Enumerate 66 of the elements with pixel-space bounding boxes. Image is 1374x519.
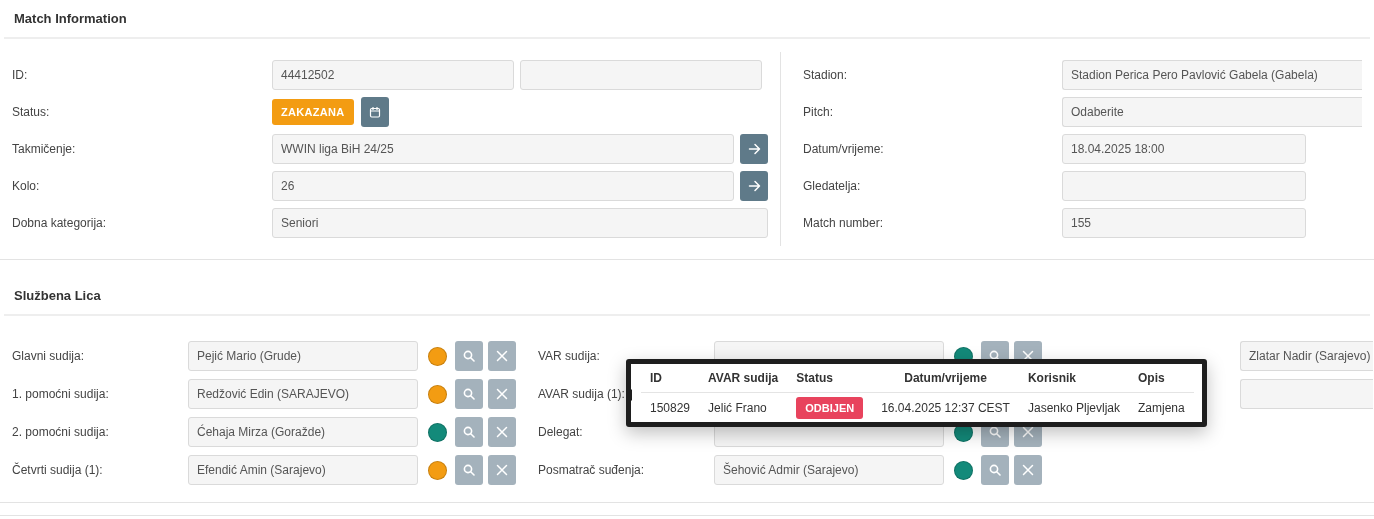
- close-icon: [496, 388, 508, 400]
- input-field[interactable]: [1062, 171, 1306, 201]
- field-label: Stadion:: [802, 68, 849, 82]
- section-title: Match Information: [14, 11, 127, 26]
- input-field[interactable]: [520, 60, 762, 90]
- close-icon: [496, 426, 508, 438]
- table-cell: 150829: [650, 400, 691, 415]
- arrow-right-icon: [747, 143, 761, 155]
- field-label: Glavni sudija:: [12, 349, 85, 363]
- search-icon: [463, 464, 475, 476]
- input-field[interactable]: [1240, 379, 1373, 409]
- close-icon: [496, 350, 508, 362]
- section-title: Službena Lica: [14, 288, 101, 303]
- calendar-icon: [368, 106, 381, 118]
- field-label: Kolo:: [11, 179, 41, 193]
- search-icon: [463, 388, 475, 400]
- field-label: ID:: [11, 68, 29, 82]
- search-icon: [463, 426, 475, 438]
- column-header: ID: [641, 364, 700, 393]
- input-field[interactable]: Pejić Mario (Grude): [188, 341, 418, 371]
- input-field[interactable]: Efendić Amin (Sarajevo): [188, 455, 418, 485]
- table-cell: Jasenko Pljevljak: [1027, 400, 1120, 415]
- field-label: 1. pomoćni sudija:: [12, 387, 109, 401]
- field-label: Takmičenje:: [11, 142, 77, 156]
- field-label: Dobna kategorija:: [11, 216, 108, 230]
- arrow-button[interactable]: [740, 134, 768, 164]
- column-header: Opis: [1129, 364, 1194, 393]
- input-field[interactable]: 44412502: [272, 60, 514, 90]
- input-field[interactable]: 26: [272, 171, 734, 201]
- field-label: Status:: [11, 105, 51, 119]
- table-cell: 16.04.2025 12:37 CEST: [881, 400, 1010, 415]
- field-label: Pitch:: [802, 105, 834, 119]
- close-icon: [1022, 464, 1034, 476]
- table-cell: Zamjena: [1138, 400, 1185, 415]
- status-badge: ZAKAZANA: [272, 99, 354, 125]
- input-field[interactable]: Zlatar Nadir (Sarajevo): [1240, 341, 1373, 371]
- calendar-button[interactable]: [360, 97, 389, 127]
- input-field[interactable]: Stadion Perica Pero Pavlović Gabela (Gabela): [1062, 60, 1362, 90]
- column-header: Korisnik: [1018, 364, 1129, 393]
- input-field[interactable]: Odaberite: [1062, 97, 1362, 127]
- field-label: Četvrti sudija (1):: [12, 463, 103, 477]
- input-field[interactable]: Seniori: [272, 208, 768, 238]
- field-label: Posmatrač suđenja:: [538, 463, 645, 477]
- status-badge: ODBIJEN: [796, 396, 864, 419]
- input-field[interactable]: Ćehaja Mirza (Goražde): [188, 417, 418, 447]
- field-label: Match number:: [802, 216, 885, 230]
- input-field[interactable]: Šehović Admir (Sarajevo): [714, 455, 944, 485]
- field-label: Delegat:: [538, 425, 583, 439]
- field-label: Datum/vrijeme:: [802, 142, 885, 156]
- column-header: Datum/vrijeme: [872, 364, 1019, 393]
- search-icon: [989, 464, 1001, 476]
- field-label: Gledatelja:: [802, 179, 862, 193]
- table-cell: Jelić Frano: [708, 400, 767, 415]
- column-header: AVAR sudija: [699, 364, 788, 393]
- field-label: 2. pomoćni sudija:: [12, 425, 109, 439]
- input-field[interactable]: 18.04.2025 18:00: [1062, 134, 1306, 164]
- input-field[interactable]: 155: [1062, 208, 1306, 238]
- input-field[interactable]: WWIN liga BiH 24/25: [272, 134, 734, 164]
- field-label: AVAR sudija (1):: [538, 387, 625, 401]
- column-header: Status: [787, 364, 873, 393]
- arrow-right-icon: [747, 180, 761, 192]
- search-icon: [463, 350, 475, 362]
- arrow-button[interactable]: [740, 171, 768, 201]
- close-icon: [496, 464, 508, 476]
- field-label: VAR sudija:: [538, 349, 600, 363]
- input-field[interactable]: Redžović Edin (SARAJEVO): [188, 379, 418, 409]
